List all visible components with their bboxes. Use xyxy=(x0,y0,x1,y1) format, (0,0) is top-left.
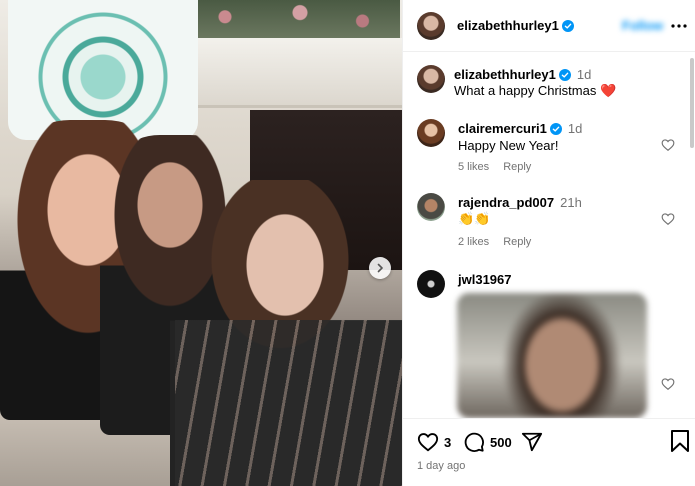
like-count: 3 xyxy=(444,434,452,450)
heart-icon[interactable] xyxy=(661,138,675,152)
comment-text: Happy New Year! xyxy=(458,138,559,153)
comment-count: 500 xyxy=(490,434,512,450)
heart-icon xyxy=(417,433,439,452)
verified-icon xyxy=(558,69,571,81)
reply-button[interactable]: Reply xyxy=(503,236,531,248)
more-icon xyxy=(671,24,687,28)
comment-time: 21h xyxy=(560,195,582,210)
comment-likes[interactable]: 5 likes xyxy=(458,161,489,173)
comment-list: elizabethhurley1 1d What a happy Christma… xyxy=(403,52,695,418)
photo-knit-sweater xyxy=(175,320,402,486)
comment-avatar[interactable] xyxy=(417,119,445,147)
share-button[interactable] xyxy=(521,431,543,453)
more-options-button[interactable] xyxy=(669,16,689,36)
comment-time: 1d xyxy=(567,121,583,136)
caption-avatar[interactable] xyxy=(417,65,445,93)
header-username[interactable]: elizabethhurley1 xyxy=(457,18,574,33)
comment-username[interactable]: rajendra_pd007 21h xyxy=(458,195,582,210)
comment-text: 👏👏 xyxy=(458,211,491,226)
caption-username[interactable]: elizabethhurley1 1d xyxy=(454,67,591,82)
post-timestamp[interactable]: 1 day ago xyxy=(417,460,465,472)
heart-icon[interactable] xyxy=(661,212,675,226)
comment-avatar[interactable] xyxy=(417,270,445,298)
photo-shirt xyxy=(8,0,198,140)
comment-meta: 2 likes Reply xyxy=(458,236,545,248)
reply-button[interactable]: Reply xyxy=(503,161,531,173)
comment-username[interactable]: clairemercuri1 1d xyxy=(458,121,582,136)
comment-likes[interactable]: 2 likes xyxy=(458,236,489,248)
comment-image[interactable] xyxy=(457,293,647,418)
next-photo-button[interactable] xyxy=(369,257,391,279)
caption-time: 1d xyxy=(576,67,592,82)
follow-button[interactable]: Follow xyxy=(622,18,663,33)
avatar[interactable] xyxy=(417,12,445,40)
scrollbar[interactable] xyxy=(690,58,694,148)
post-actions: 3 500 1 day ago xyxy=(403,418,695,486)
comment-avatar[interactable] xyxy=(417,193,445,221)
photo-mantel xyxy=(190,38,402,108)
chevron-right-icon xyxy=(377,263,383,273)
comment-button[interactable]: 500 xyxy=(463,431,512,453)
verified-icon xyxy=(561,20,574,32)
comments-panel: elizabethhurley1 Follow elizabethhurley1… xyxy=(402,0,695,486)
heart-icon[interactable] xyxy=(661,377,675,391)
caption-text: What a happy Christmas ❤️ xyxy=(454,83,617,98)
post-header: elizabethhurley1 Follow xyxy=(403,0,695,52)
bookmark-icon xyxy=(671,430,689,452)
like-button[interactable]: 3 xyxy=(417,431,451,453)
post-photo[interactable] xyxy=(0,0,402,486)
comment-icon xyxy=(464,432,484,452)
save-button[interactable] xyxy=(670,430,690,455)
comment-username[interactable]: jwl31967 xyxy=(458,272,512,287)
comment-meta: 5 likes Reply xyxy=(458,161,545,173)
verified-icon xyxy=(549,123,562,135)
share-icon xyxy=(521,432,543,452)
